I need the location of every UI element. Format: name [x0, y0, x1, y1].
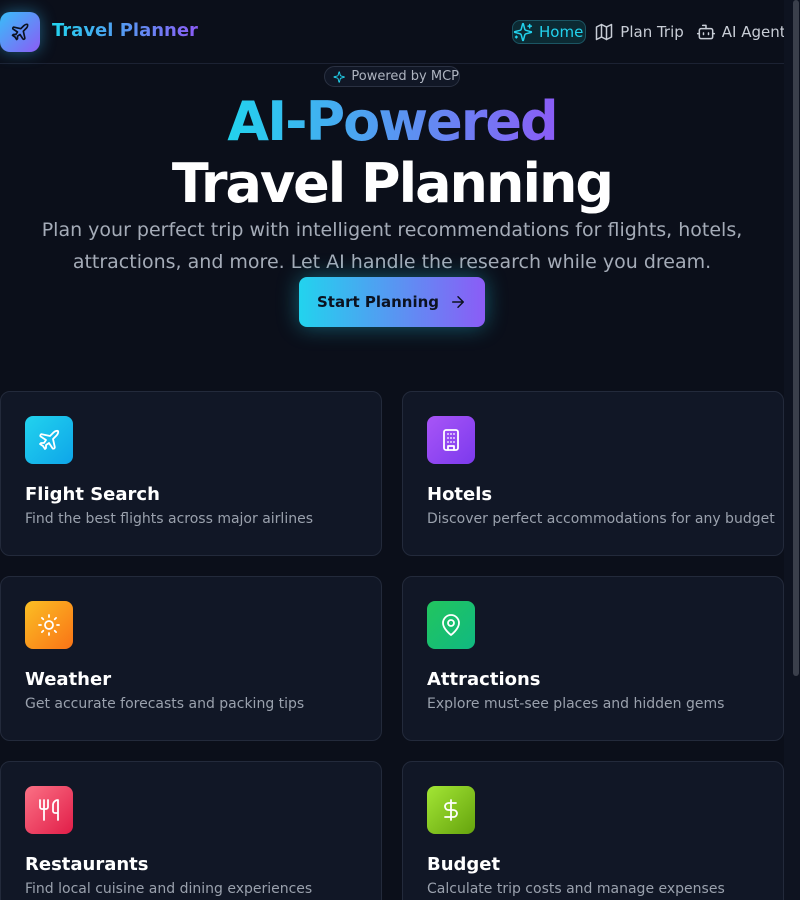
map-pin-icon: [442, 614, 460, 636]
nav-home-label: Home: [539, 23, 584, 41]
hero-title-gradient: AI-Powered: [0, 90, 784, 153]
arrow-right-icon: [452, 296, 465, 308]
nav-ai-agent[interactable]: AI Agent: [696, 20, 790, 44]
feature-card-budget[interactable]: Budget Calculate trip costs and manage e…: [402, 761, 784, 900]
card-description: Explore must-see places and hidden gems: [427, 696, 725, 712]
card-title: Attractions: [427, 669, 541, 690]
restaurants-icon-box: [25, 786, 73, 834]
card-description: Calculate trip costs and manage expenses: [427, 881, 725, 897]
nav-plan-trip-label: Plan Trip: [620, 23, 684, 41]
feature-card-weather[interactable]: Weather Get accurate forecasts and packi…: [0, 576, 382, 741]
card-title: Budget: [427, 854, 501, 875]
sparkles-icon: [513, 22, 533, 42]
hero-title-line1: AI-Powered: [227, 90, 558, 153]
nav-home[interactable]: Home: [512, 20, 587, 44]
plane-icon: [39, 429, 60, 450]
hotels-icon-box: [427, 416, 475, 464]
feature-card-hotels[interactable]: Hotels Discover perfect accommodations f…: [402, 391, 784, 556]
hero-title-line2: Travel Planning: [171, 152, 614, 215]
utensils-icon: [39, 799, 59, 821]
feature-card-restaurants[interactable]: Restaurants Find local cuisine and dinin…: [0, 761, 382, 900]
logo[interactable]: [0, 12, 40, 52]
badge-label: Powered by MCP: [351, 69, 459, 84]
nav-ai-agent-label: AI Agent: [721, 23, 786, 41]
top-nav-bar: Travel Planner Home Plan Trip AI Agent: [0, 0, 786, 64]
card-title: Hotels: [427, 484, 493, 505]
start-planning-label: Start Planning: [316, 293, 440, 311]
card-description: Find local cuisine and dining experience…: [25, 881, 313, 897]
bot-icon: [696, 24, 715, 40]
flight-search-icon-box: [25, 416, 73, 464]
map-icon: [596, 23, 613, 41]
powered-by-badge: Powered by MCP: [324, 66, 460, 87]
main-nav: Home Plan Trip AI Agent: [512, 20, 790, 44]
sun-icon: [38, 614, 60, 636]
plane-icon: [11, 23, 29, 41]
card-description: Discover perfect accommodations for any …: [427, 511, 775, 527]
card-description: Get accurate forecasts and packing tips: [25, 696, 305, 712]
brand-name[interactable]: Travel Planner: [52, 20, 198, 41]
hero-subtitle: Plan your perfect trip with intelligent …: [41, 219, 743, 273]
sparkles-icon: [333, 70, 345, 83]
card-title: Restaurants: [25, 854, 149, 875]
weather-icon-box: [25, 601, 73, 649]
building-icon: [443, 429, 459, 451]
feature-card-flight-search[interactable]: Flight Search Find the best flights acro…: [0, 391, 382, 556]
card-title: Weather: [25, 669, 112, 690]
card-description: Find the best flights across major airli…: [25, 511, 313, 527]
card-title: Flight Search: [25, 484, 160, 505]
feature-card-attractions[interactable]: Attractions Explore must-see places and …: [402, 576, 784, 741]
budget-icon-box: [427, 786, 475, 834]
dollar-icon: [444, 799, 458, 821]
scrollbar-thumb[interactable]: [793, 0, 799, 676]
nav-plan-trip[interactable]: Plan Trip: [594, 20, 688, 44]
attractions-icon-box: [427, 601, 475, 649]
start-planning-button[interactable]: Start Planning: [299, 277, 485, 327]
